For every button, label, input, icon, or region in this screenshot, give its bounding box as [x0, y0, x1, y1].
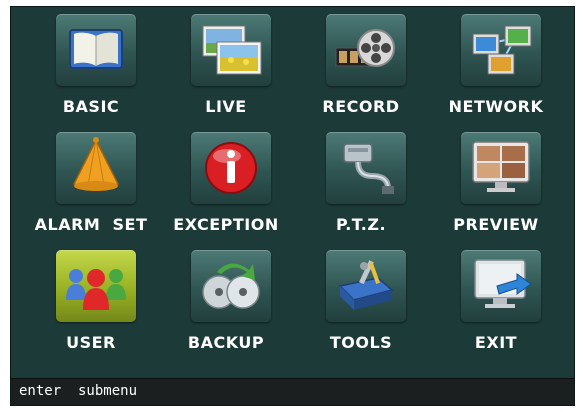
menu-item-basic[interactable]: BASIC	[21, 9, 161, 124]
menu-item-label: EXCEPTION	[173, 215, 279, 234]
monitor-preview-icon	[461, 132, 541, 204]
ptz-camera-cable-icon	[326, 132, 406, 204]
menu-item-label: TOOLS	[329, 333, 393, 352]
menu-item-exception[interactable]: EXCEPTION	[156, 127, 296, 242]
exit-monitor-icon	[461, 250, 541, 322]
menu-item-alarm-set[interactable]: ALARM SET	[21, 127, 161, 242]
menu-item-label: RECORD	[322, 97, 400, 116]
photo-frames-icon	[191, 14, 271, 86]
menu-item-tools[interactable]: TOOLS	[291, 245, 431, 360]
menu-item-live[interactable]: LIVE	[156, 9, 296, 124]
menu-item-label: ALARM SET	[34, 215, 148, 234]
alarm-bell-icon	[56, 132, 136, 204]
main-menu-window: BASIC LIVE RECORD NETWORK ALARM SET EXCE…	[10, 6, 575, 406]
menu-item-backup[interactable]: BACKUP	[156, 245, 296, 360]
menu-item-label: P.T.Z.	[335, 215, 387, 234]
menu-item-label: LIVE	[205, 97, 247, 116]
menu-item-label: EXIT	[474, 333, 518, 352]
status-text: enter submenu	[19, 383, 138, 399]
backup-disc-icon	[191, 250, 271, 322]
network-computers-icon	[461, 14, 541, 86]
menu-item-label: BASIC	[62, 97, 120, 116]
menu-item-label: PREVIEW	[453, 215, 539, 234]
menu-item-label: USER	[66, 333, 116, 352]
film-reel-icon	[326, 14, 406, 86]
status-bar: enter submenu	[11, 378, 574, 405]
menu-grid: BASIC LIVE RECORD NETWORK ALARM SET EXCE…	[11, 7, 576, 379]
info-icon	[191, 132, 271, 204]
toolbox-icon	[326, 250, 406, 322]
book-icon	[56, 14, 136, 86]
menu-item-label: BACKUP	[187, 333, 265, 352]
menu-item-preview[interactable]: PREVIEW	[426, 127, 566, 242]
menu-item-record[interactable]: RECORD	[291, 9, 431, 124]
menu-item-ptz[interactable]: P.T.Z.	[291, 127, 431, 242]
users-icon	[56, 250, 136, 322]
menu-item-label: NETWORK	[448, 97, 544, 116]
menu-item-user[interactable]: USER	[21, 245, 161, 360]
menu-item-exit[interactable]: EXIT	[426, 245, 566, 360]
menu-item-network[interactable]: NETWORK	[426, 9, 566, 124]
